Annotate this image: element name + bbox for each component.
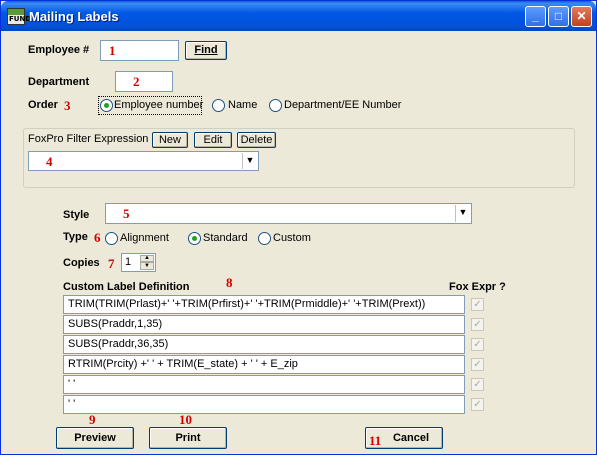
find-button-label: Find [194,44,218,56]
cancel-button[interactable]: 11 Cancel [365,427,443,449]
department-label: Department [28,76,90,88]
filter-new-button[interactable]: New [152,132,188,148]
app-icon: FUND [7,8,31,25]
copies-spinner[interactable]: 1 ▲ ▼ [121,253,156,272]
spin-down-icon[interactable]: ▼ [140,262,154,270]
order-department-label: Department/EE Number [284,99,402,111]
marker-2: 2 [133,74,140,89]
fox-expr-checkbox-4[interactable]: ✓ [471,358,484,371]
maximize-button[interactable]: □ [548,6,569,27]
custom-row-4[interactable]: RTRIM(Prcity) +' ' + TRIM(E_state) + ' '… [63,355,465,374]
marker-1: 1 [109,43,116,58]
marker-3: 3 [64,98,71,113]
marker-10: 10 [179,412,192,427]
type-alignment-label: Alignment [120,232,169,244]
print-button-label: Print [175,432,201,444]
filter-label: FoxPro Filter Expression [28,133,149,145]
custom-row-2[interactable]: SUBS(Praddr,1,35) [63,315,465,334]
type-alignment-radio[interactable] [105,232,118,245]
filter-edit-button[interactable]: Edit [194,132,232,148]
order-employee-label: Employee number [114,99,204,111]
filter-delete-button[interactable]: Delete [237,132,276,148]
order-department-radio[interactable] [269,99,282,112]
style-label: Style [63,209,90,221]
chevron-down-icon[interactable]: ▼ [455,205,470,222]
order-name-label: Name [228,99,258,111]
marker-5: 5 [123,206,130,221]
cancel-button-label: Cancel [392,432,430,444]
type-custom-label: Custom [273,232,311,244]
fox-expr-checkbox-3[interactable]: ✓ [471,338,484,351]
custom-row-6[interactable]: ' ' [63,395,465,414]
mailing-labels-window: FUND Mailing Labels _ □ ✕ Employee # 1 F… [0,0,597,455]
fox-expr-checkbox-2[interactable]: ✓ [471,318,484,331]
marker-9: 9 [89,412,96,427]
custom-row-5[interactable]: ' ' [63,375,465,394]
employee-label: Employee # [28,44,90,56]
type-standard-radio[interactable] [188,232,201,245]
minimize-button[interactable]: _ [525,6,546,27]
style-combo[interactable]: ▼ [105,203,472,224]
filter-combo[interactable]: ▼ [28,151,259,171]
fox-expr-checkbox-6[interactable]: ✓ [471,398,484,411]
marker-7: 7 [108,256,115,271]
marker-8: 8 [226,275,233,290]
close-button[interactable]: ✕ [571,6,592,27]
department-input[interactable] [115,71,173,92]
print-button[interactable]: Print [149,427,227,449]
copies-label: Copies [63,257,100,269]
type-custom-radio[interactable] [258,232,271,245]
marker-4: 4 [46,154,53,169]
order-name-radio[interactable] [212,99,225,112]
fox-expr-label: Fox Expr ? [449,281,506,293]
preview-button[interactable]: Preview [56,427,134,449]
order-employee-radio[interactable] [100,99,113,112]
type-label: Type [63,231,88,243]
preview-button-label: Preview [74,432,116,444]
chevron-down-icon[interactable]: ▼ [242,153,257,169]
custom-row-1[interactable]: TRIM(TRIM(Prlast)+' '+TRIM(Prfirst)+' '+… [63,295,465,314]
title-bar[interactable]: FUND Mailing Labels _ □ ✕ [1,1,596,31]
window-title: Mailing Labels [29,9,119,24]
type-standard-label: Standard [203,232,248,244]
copies-value: 1 [125,256,132,268]
custom-row-3[interactable]: SUBS(Praddr,36,35) [63,335,465,354]
spin-up-icon[interactable]: ▲ [140,255,154,262]
app-icon-text: FUND [9,15,32,23]
marker-6: 6 [94,230,101,245]
custom-label: Custom Label Definition [63,281,190,293]
marker-11: 11 [369,433,382,448]
find-button[interactable]: Find [185,41,227,60]
fox-expr-checkbox-5[interactable]: ✓ [471,378,484,391]
order-label: Order [28,99,58,111]
fox-expr-checkbox-1[interactable]: ✓ [471,298,484,311]
